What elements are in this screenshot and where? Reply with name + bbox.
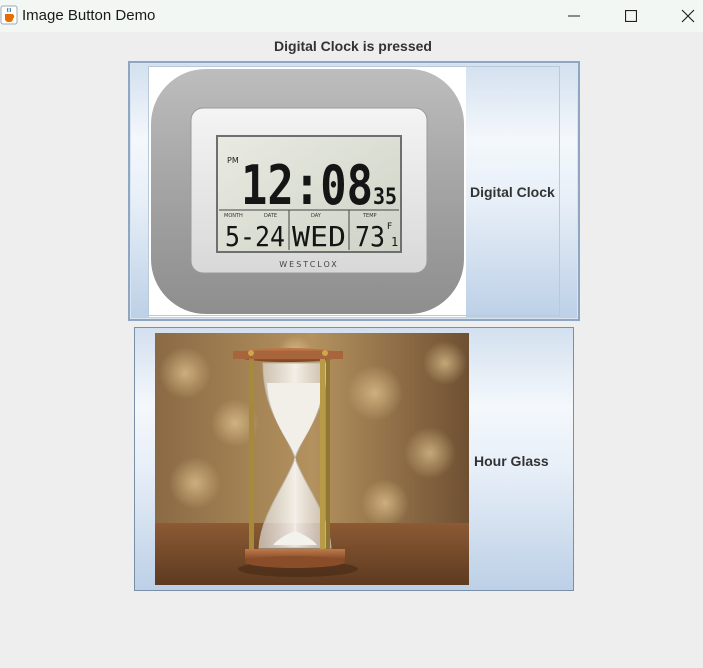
maximize-button[interactable] (608, 0, 654, 32)
hourglass-image (155, 333, 469, 585)
minimize-icon (568, 15, 580, 17)
close-icon (681, 9, 695, 23)
window-title: Image Button Demo (22, 7, 156, 24)
close-button[interactable] (665, 0, 703, 32)
maximize-icon (625, 10, 637, 22)
hour-glass-button[interactable]: Hour Glass (134, 327, 574, 591)
java-cup-icon (0, 5, 18, 25)
digital-clock-button[interactable]: PM 12:08 35 MONTH DATE DAY TEMP 5-24 WED… (128, 61, 580, 321)
focus-rectangle (148, 66, 560, 316)
status-label: Digital Clock is pressed (274, 38, 432, 54)
hour-glass-label: Hour Glass (474, 453, 549, 469)
title-bar[interactable]: Image Button Demo (0, 0, 703, 32)
minimize-button[interactable] (551, 0, 597, 32)
